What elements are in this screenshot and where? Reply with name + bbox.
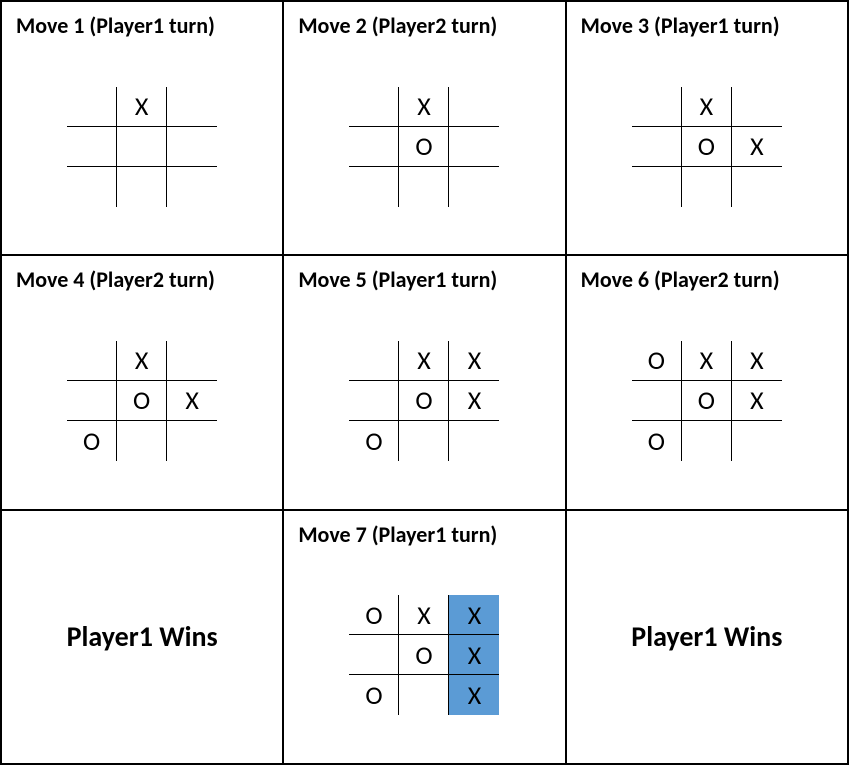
- cell-1-0: [632, 127, 682, 167]
- cell-1-0: [349, 635, 399, 675]
- cell-1-1: O: [117, 381, 167, 421]
- tic-tac-toe-board: X O: [349, 87, 499, 207]
- cell-2-1: [682, 167, 732, 207]
- cell-0-0: O: [632, 341, 682, 381]
- cell-0-2: [449, 87, 499, 127]
- board-wrap: O X X O X O X: [298, 558, 550, 753]
- tic-tac-toe-board: O X X O X O: [632, 341, 782, 461]
- cell-1-1: [117, 127, 167, 167]
- cell-1-0: [67, 381, 117, 421]
- cell-1-1: O: [399, 381, 449, 421]
- move-title: Move 6 (Player2 turn): [581, 266, 833, 293]
- cell-0-2: X: [449, 595, 499, 635]
- move-panel-4: Move 4 (Player2 turn) X O X O: [1, 255, 283, 509]
- cell-1-2: X: [732, 127, 782, 167]
- tic-tac-toe-board: O X X O X O X: [349, 595, 499, 715]
- cell-2-0: O: [349, 421, 399, 461]
- cell-2-0: [349, 167, 399, 207]
- board-wrap: O X X O X O: [581, 303, 833, 498]
- board-wrap: X O: [298, 49, 550, 244]
- cell-0-1: X: [399, 595, 449, 635]
- cell-0-0: [349, 341, 399, 381]
- board-wrap: X X O X O: [298, 303, 550, 498]
- move-title: Move 7 (Player1 turn): [298, 521, 550, 548]
- cell-1-1: O: [682, 381, 732, 421]
- move-panel-3: Move 3 (Player1 turn) X O X: [566, 1, 848, 255]
- tic-tac-toe-board: X X O X O: [349, 341, 499, 461]
- move-title: Move 3 (Player1 turn): [581, 12, 833, 39]
- cell-2-0: [67, 167, 117, 207]
- cell-1-1: O: [682, 127, 732, 167]
- cell-0-2: [167, 341, 217, 381]
- cell-2-2: [449, 167, 499, 207]
- cell-2-0: [632, 167, 682, 207]
- cell-1-2: X: [732, 381, 782, 421]
- cell-0-2: [167, 87, 217, 127]
- cell-0-0: [349, 87, 399, 127]
- cell-0-1: X: [117, 87, 167, 127]
- cell-1-2: X: [449, 381, 499, 421]
- cell-1-0: [349, 381, 399, 421]
- cell-2-1: [117, 421, 167, 461]
- cell-2-2: [732, 167, 782, 207]
- cell-0-2: X: [449, 341, 499, 381]
- move-panel-7: Move 7 (Player1 turn) O X X O X O X: [283, 510, 565, 764]
- cell-1-2: X: [167, 381, 217, 421]
- cell-0-1: X: [117, 341, 167, 381]
- cell-1-1: O: [399, 635, 449, 675]
- cell-1-0: [349, 127, 399, 167]
- cell-0-0: [67, 341, 117, 381]
- move-panel-2: Move 2 (Player2 turn) X O: [283, 1, 565, 255]
- cell-2-1: [117, 167, 167, 207]
- cell-2-2: [449, 421, 499, 461]
- tic-tac-toe-board: X: [67, 87, 217, 207]
- cell-2-2: [167, 421, 217, 461]
- move-title: Move 1 (Player1 turn): [16, 12, 268, 39]
- cell-1-2: [167, 127, 217, 167]
- move-panel-6: Move 6 (Player2 turn) O X X O X O: [566, 255, 848, 509]
- result-panel-left: Player1 Wins: [1, 510, 283, 764]
- cell-2-2: [732, 421, 782, 461]
- tic-tac-toe-board: X O X: [632, 87, 782, 207]
- cell-0-0: [67, 87, 117, 127]
- game-history-grid: Move 1 (Player1 turn) X Move 2 (Player2 …: [0, 0, 849, 765]
- result-text: Player1 Wins: [631, 619, 782, 654]
- move-title: Move 5 (Player1 turn): [298, 266, 550, 293]
- cell-0-2: X: [732, 341, 782, 381]
- cell-0-1: X: [399, 341, 449, 381]
- cell-2-0: O: [349, 675, 399, 715]
- cell-2-2: X: [449, 675, 499, 715]
- cell-2-0: O: [67, 421, 117, 461]
- move-panel-5: Move 5 (Player1 turn) X X O X O: [283, 255, 565, 509]
- result-text: Player1 Wins: [67, 619, 218, 654]
- cell-2-1: [399, 167, 449, 207]
- cell-2-0: O: [632, 421, 682, 461]
- move-panel-1: Move 1 (Player1 turn) X: [1, 1, 283, 255]
- cell-1-2: [449, 127, 499, 167]
- move-title: Move 4 (Player2 turn): [16, 266, 268, 293]
- cell-0-1: X: [399, 87, 449, 127]
- cell-0-0: [632, 87, 682, 127]
- tic-tac-toe-board: X O X O: [67, 341, 217, 461]
- board-wrap: X O X O: [16, 303, 268, 498]
- board-wrap: X O X: [581, 49, 833, 244]
- cell-2-1: [682, 421, 732, 461]
- cell-2-1: [399, 675, 449, 715]
- cell-0-0: O: [349, 595, 399, 635]
- cell-1-0: [632, 381, 682, 421]
- cell-2-2: [167, 167, 217, 207]
- cell-2-1: [399, 421, 449, 461]
- cell-0-1: X: [682, 87, 732, 127]
- cell-0-2: [732, 87, 782, 127]
- cell-0-1: X: [682, 341, 732, 381]
- result-panel-right: Player1 Wins: [566, 510, 848, 764]
- cell-1-2: X: [449, 635, 499, 675]
- cell-1-1: O: [399, 127, 449, 167]
- move-title: Move 2 (Player2 turn): [298, 12, 550, 39]
- board-wrap: X: [16, 49, 268, 244]
- cell-1-0: [67, 127, 117, 167]
